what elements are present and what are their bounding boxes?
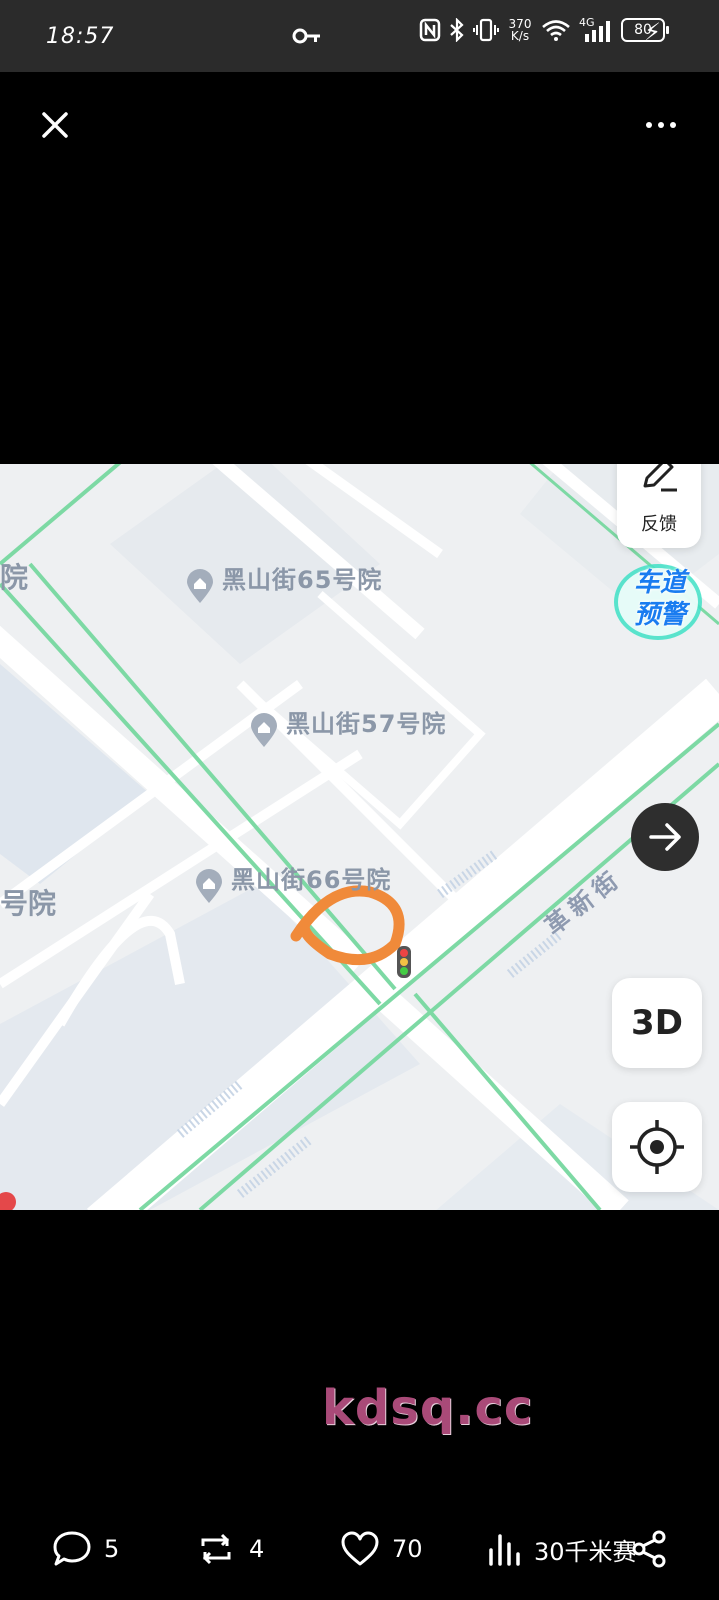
- comment-count: 5: [104, 1535, 120, 1563]
- poi-pin-icon: [251, 713, 277, 747]
- repost-icon: [201, 1533, 231, 1565]
- lane-warning-line1: 车道: [633, 568, 686, 598]
- like-button[interactable]: 70: [340, 1530, 423, 1568]
- locate-button[interactable]: [612, 1102, 702, 1192]
- views-label: 30千米赛: [534, 1537, 637, 1566]
- comment-icon: [53, 1531, 91, 1566]
- close-icon[interactable]: [38, 108, 72, 142]
- bluetooth-icon: [450, 18, 464, 42]
- status-time: 18:57: [46, 24, 115, 49]
- lane-warning-button[interactable]: 车道 预警: [612, 560, 704, 642]
- heart-icon: [341, 1531, 379, 1566]
- watermark-text: kdsq.cc: [322, 1380, 534, 1436]
- more-dot: [646, 122, 652, 128]
- poi-label-65[interactable]: 黑山街65号院: [222, 560, 382, 595]
- edit-icon: [643, 464, 677, 492]
- edge-label-top: 院: [0, 561, 29, 594]
- poi-pin-icon: [196, 869, 222, 903]
- next-image-button[interactable]: [631, 803, 699, 871]
- more-dot: [658, 122, 664, 128]
- action-bar: 5 4 70 30千米赛: [0, 1520, 719, 1590]
- charging-icon: ⚡: [644, 18, 661, 46]
- wifi-icon: [542, 20, 570, 41]
- locate-icon: [630, 1120, 684, 1174]
- arrow-right-icon: [649, 823, 681, 851]
- more-options-button[interactable]: [646, 116, 680, 134]
- poi-pin-icon: [187, 569, 213, 603]
- vpn-key-icon: [292, 28, 320, 44]
- network-speed-unit: K/s: [510, 29, 530, 43]
- poi-label-57[interactable]: 黑山街57号院: [286, 704, 446, 739]
- poi-label-66[interactable]: 黑山街66号院: [231, 860, 391, 895]
- status-bar: 18:57 370 K/s 4G 80 ⚡: [0, 0, 719, 72]
- repost-button[interactable]: 4: [195, 1530, 264, 1568]
- like-count: 70: [392, 1535, 423, 1563]
- vibrate-icon: [473, 18, 499, 42]
- network-speed: 370 K/s: [507, 18, 533, 42]
- bar-chart-icon: [489, 1534, 520, 1566]
- status-icons: 370 K/s 4G 80: [419, 16, 669, 42]
- feedback-label: 反馈: [641, 514, 677, 535]
- share-icon[interactable]: [630, 1530, 668, 1568]
- edge-label-mid: 号院: [0, 887, 57, 920]
- views-button[interactable]: 30千米赛: [486, 1530, 637, 1568]
- repost-count: 4: [249, 1535, 265, 1563]
- map-image[interactable]: 黑山街65号院 黑山街57号院 黑山街66号院 院 号院 革新街 反馈 车道 预…: [0, 464, 719, 1210]
- nfc-icon: [419, 18, 441, 42]
- more-dot: [670, 122, 676, 128]
- 3d-view-button[interactable]: 3D: [612, 978, 702, 1068]
- cell-signal-icon: 4G: [579, 16, 613, 42]
- comment-button[interactable]: 5: [52, 1530, 119, 1568]
- lane-warning-line2: 预警: [633, 600, 686, 630]
- feedback-button[interactable]: 反馈: [617, 464, 701, 548]
